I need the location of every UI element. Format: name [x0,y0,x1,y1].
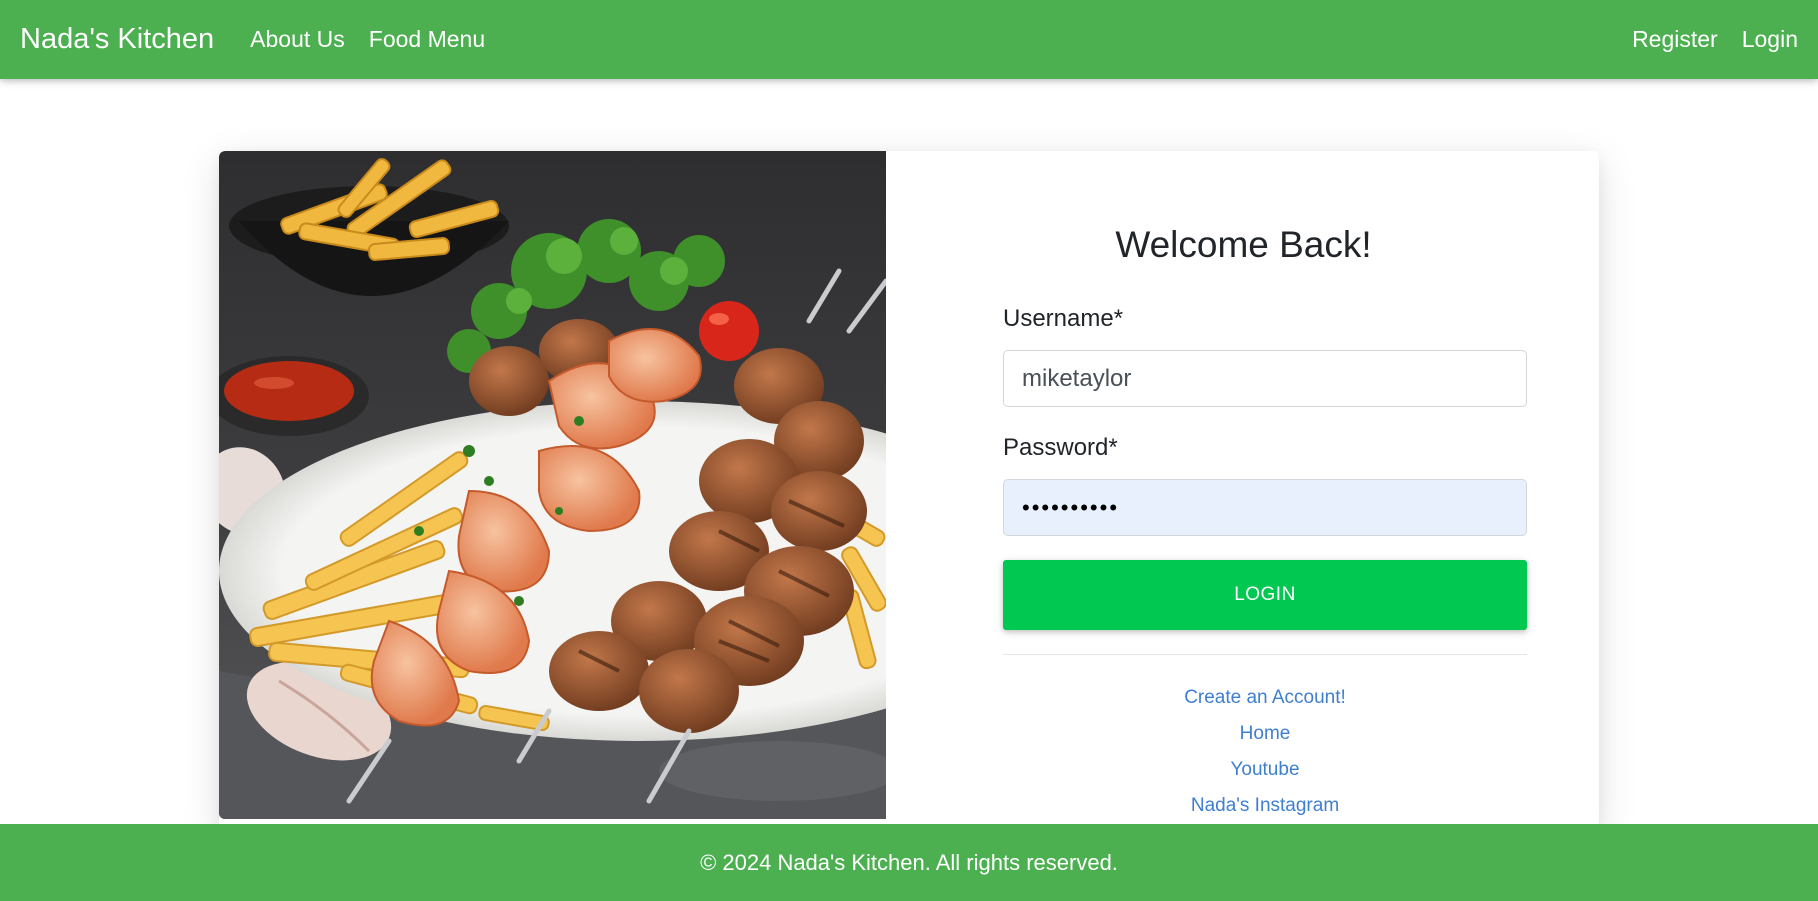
welcome-title: Welcome Back! [1115,224,1372,265]
nav-about-us[interactable]: About Us [250,26,345,53]
home-link[interactable]: Home [1003,723,1527,745]
food-photo-illustration [219,151,886,819]
brand-logo[interactable]: Nada's Kitchen [20,23,214,56]
form-divider [1003,654,1527,655]
nav-right-links: Register Login [1608,26,1798,53]
instagram-link[interactable]: Nada's Instagram [1003,795,1527,817]
username-input[interactable]: miketaylor [1003,350,1527,407]
top-navbar: Nada's Kitchen About Us Food Menu Regist… [0,0,1818,79]
footer-copyright: © 2024 Nada's Kitchen. All rights reserv… [700,849,1118,875]
password-input[interactable]: •••••••••• [1003,479,1527,536]
food-photo [219,151,886,819]
nav-register[interactable]: Register [1632,26,1718,53]
nav-food-menu[interactable]: Food Menu [369,26,485,53]
nav-login[interactable]: Login [1742,26,1798,53]
site-footer: © 2024 Nada's Kitchen. All rights reserv… [0,824,1818,901]
password-label: Password* [1003,434,1118,461]
username-label: Username* [1003,305,1124,332]
youtube-link[interactable]: Youtube [1003,759,1527,781]
create-account-link[interactable]: Create an Account! [1003,687,1527,709]
nav-left-links: About Us Food Menu [250,26,509,53]
login-button[interactable]: LOGIN [1003,560,1527,630]
